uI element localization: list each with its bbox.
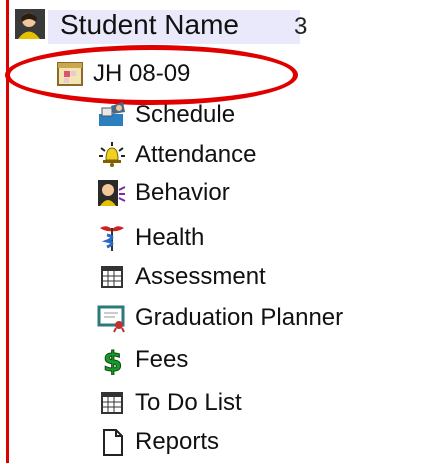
menu-item-label: Reports <box>135 428 220 455</box>
menu-item-graduation-planner[interactable]: Graduation Planner <box>97 300 343 336</box>
menu-item-assessment[interactable]: Assessment <box>97 259 266 295</box>
menu-item-label: Behavior <box>135 179 230 206</box>
table-grid-icon <box>97 388 127 418</box>
calendar-icon <box>55 59 85 89</box>
document-icon <box>97 427 127 457</box>
dollar-icon: $ <box>97 345 127 379</box>
menu-item-label: Graduation Planner <box>135 304 344 331</box>
menu-item-label: Fees <box>135 346 189 373</box>
menu-item-schedule[interactable]: Schedule <box>97 97 235 133</box>
health-caduceus-icon <box>97 223 127 253</box>
left-border <box>6 0 9 463</box>
behavior-icon <box>97 178 127 208</box>
certificate-icon <box>97 303 127 333</box>
menu-item-reports[interactable]: Reports <box>97 424 219 460</box>
student-name[interactable]: Student Name <box>60 8 239 42</box>
svg-text:$: $ <box>103 345 122 375</box>
menu-item-to-do-list[interactable]: To Do List <box>97 385 242 421</box>
menu-item-label: Schedule <box>135 101 236 128</box>
menu-item-attendance[interactable]: Attendance <box>97 137 256 173</box>
menu-item-behavior[interactable]: Behavior <box>97 175 230 211</box>
schedule-icon <box>97 100 127 130</box>
menu-item-label: Assessment <box>135 263 266 290</box>
term-label: JH 08-09 <box>93 60 191 87</box>
menu-item-health[interactable]: Health <box>97 220 204 256</box>
table-grid-icon <box>97 262 127 292</box>
student-name-suffix: 3 <box>294 13 308 40</box>
attendance-bell-icon <box>97 140 127 170</box>
menu-item-fees[interactable]: $ Fees <box>97 342 189 379</box>
menu-item-label: Attendance <box>135 141 257 168</box>
student-icon <box>14 8 46 40</box>
menu-item-label: Health <box>135 224 205 251</box>
term-item[interactable]: JH 08-09 <box>55 56 190 92</box>
menu-item-label: To Do List <box>135 389 242 416</box>
